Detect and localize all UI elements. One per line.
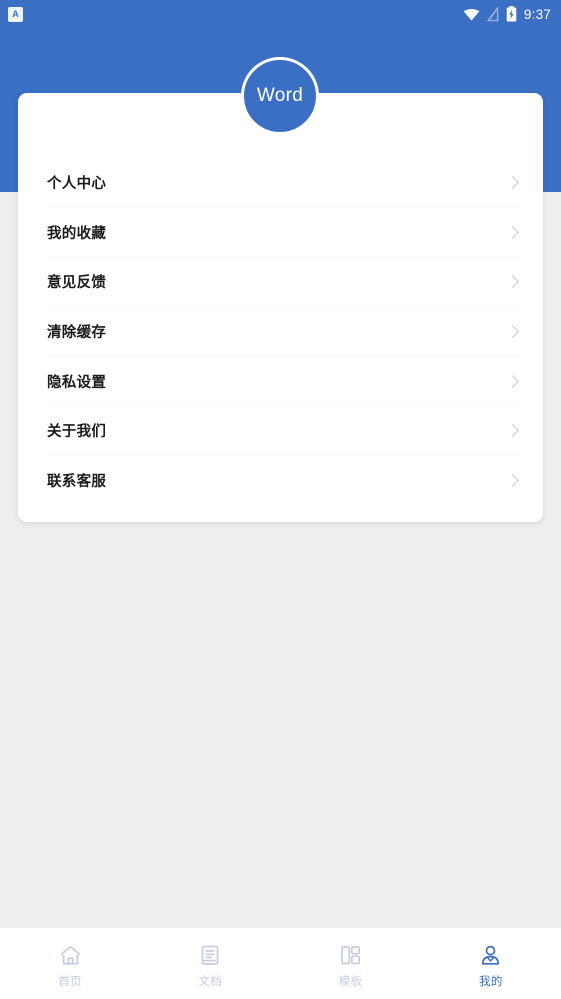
no-sim-signal-icon — [486, 6, 499, 22]
menu-item-contact-support[interactable]: 联系客服 — [18, 456, 543, 506]
document-icon — [197, 943, 223, 969]
app-notification-letter: A — [12, 8, 19, 19]
battery-charging-icon — [506, 6, 517, 22]
menu-item-personal-center[interactable]: 个人中心 — [18, 158, 543, 208]
home-icon — [57, 943, 83, 969]
nav-tab-documents[interactable]: 文档 — [140, 939, 280, 989]
status-bar: A 9:37 — [0, 0, 561, 28]
word-avatar-label: Word — [256, 85, 304, 106]
nav-tab-label: 文档 — [198, 973, 223, 988]
nav-tab-label: 模板 — [338, 973, 363, 988]
chevron-right-icon — [506, 176, 519, 190]
bottom-navigation-bar: 首页 文档 模板 我的 — [0, 928, 561, 999]
menu-item-feedback[interactable]: 意见反馈 — [18, 257, 543, 307]
word-avatar[interactable]: Word — [241, 57, 319, 135]
chevron-right-icon — [506, 226, 519, 239]
chevron-right-icon — [506, 275, 519, 289]
nav-tab-label: 我的 — [478, 973, 503, 988]
menu-item-label: 清除缓存 — [47, 325, 107, 342]
chevron-right-icon — [506, 473, 519, 487]
menu-item-label: 个人中心 — [47, 176, 107, 193]
chevron-right-icon — [506, 374, 519, 388]
menu-item-privacy-settings[interactable]: 隐私设置 — [18, 356, 543, 406]
app-notification-icon: A — [8, 6, 23, 22]
menu-item-my-favorites[interactable]: 我的收藏 — [18, 208, 543, 258]
settings-menu-list: 个人中心 我的收藏 意见反馈 清除缓存 隐私设置 关于我们 联系客服 — [18, 158, 543, 505]
menu-item-about-us[interactable]: 关于我们 — [18, 406, 543, 456]
nav-tab-label: 首页 — [58, 973, 83, 988]
status-bar-right: 9:37 — [463, 6, 551, 22]
wifi-icon — [463, 8, 480, 21]
menu-item-label: 隐私设置 — [47, 374, 107, 391]
person-icon — [478, 943, 504, 969]
status-bar-left: A — [8, 6, 23, 22]
template-grid-icon — [338, 943, 364, 969]
menu-item-label: 联系客服 — [47, 473, 107, 490]
chevron-right-icon — [506, 424, 519, 438]
menu-item-label: 我的收藏 — [47, 225, 107, 242]
menu-item-label: 意见反馈 — [47, 275, 107, 292]
nav-tab-home[interactable]: 首页 — [0, 939, 140, 989]
chevron-right-icon — [506, 325, 519, 338]
nav-tab-templates[interactable]: 模板 — [281, 939, 421, 989]
settings-menu-card: 个人中心 我的收藏 意见反馈 清除缓存 隐私设置 关于我们 联系客服 — [18, 93, 543, 522]
menu-item-clear-cache[interactable]: 清除缓存 — [18, 307, 543, 357]
status-bar-time: 9:37 — [523, 6, 551, 22]
nav-tab-mine[interactable]: 我的 — [421, 939, 561, 989]
menu-item-label: 关于我们 — [47, 424, 107, 441]
